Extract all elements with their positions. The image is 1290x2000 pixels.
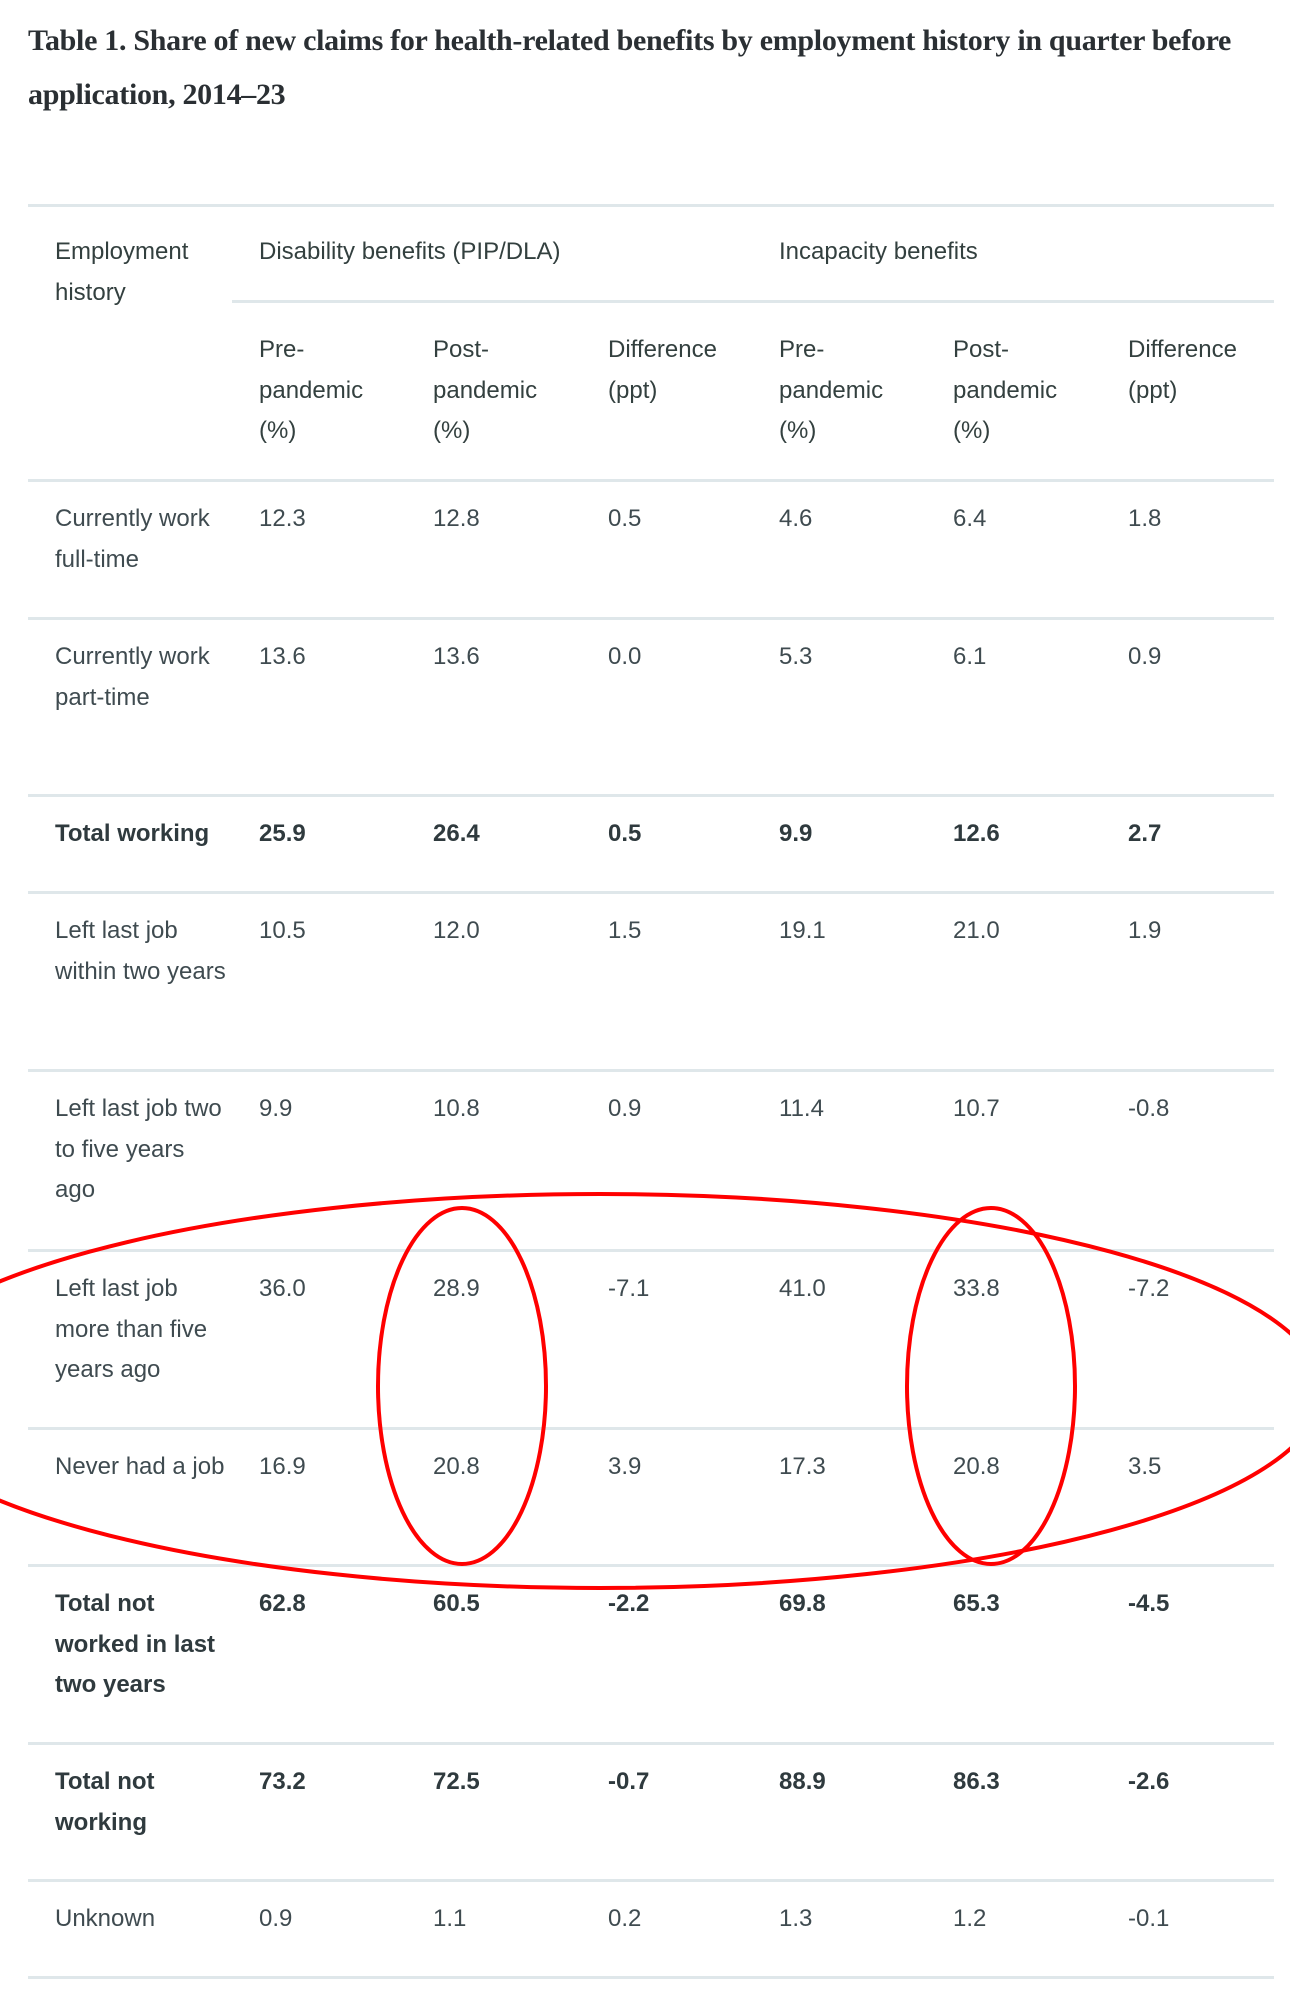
row-label: Currently work full-time [55,505,210,573]
table-cell: 4.6 [779,505,813,532]
table-cell: 17.3 [779,1453,826,1480]
table-cell: 13.6 [433,643,480,670]
row-label: Total not working [55,1768,155,1836]
column-header: Post-pandemic (%) [433,336,538,444]
column-header: Difference (ppt) [1128,336,1237,404]
table-cell: -2.2 [608,1590,650,1617]
table-cell: 20.8 [433,1453,480,1480]
column-header: Pre-pandemic (%) [259,336,364,444]
highlight-incapacity-post-ellipse [905,1206,1077,1566]
table-cell: 25.9 [259,820,306,847]
table-cell: -2.6 [1128,1768,1170,1795]
table-cell: 0.0 [608,643,642,670]
table-cell: -4.5 [1128,1590,1170,1617]
header-group-incapacity: Incapacity benefits [779,238,978,265]
row-divider [28,1564,1274,1567]
row-label: Total working [55,820,210,847]
row-label: Never had a job [55,1453,225,1480]
header-group-rule [232,300,1274,303]
table-cell: 12.6 [953,820,1000,847]
row-divider [28,1249,1274,1252]
table-cell: 3.5 [1128,1453,1162,1480]
table-cell: 6.1 [953,643,987,670]
row-divider [28,479,1274,482]
table-cell: 0.9 [1128,643,1162,670]
table-cell: 1.2 [953,1905,987,1932]
table-cell: 0.9 [608,1095,642,1122]
table-cell: 20.8 [953,1453,1000,1480]
table-cell: 60.5 [433,1590,480,1617]
table-bottom-rule [28,1976,1274,1979]
table-cell: 72.5 [433,1768,480,1795]
table-cell: 88.9 [779,1768,826,1795]
column-header: Post-pandemic (%) [953,336,1058,444]
table-cell: 10.5 [259,917,306,944]
table-cell: 9.9 [259,1095,293,1122]
table-cell: 0.2 [608,1905,642,1932]
table-cell: -0.8 [1128,1095,1170,1122]
table-top-rule [28,204,1274,207]
row-divider [28,1427,1274,1430]
table-cell: 65.3 [953,1590,1000,1617]
table-cell: 5.3 [779,643,813,670]
highlight-disability-post-ellipse [376,1206,548,1566]
table-cell: 2.7 [1128,820,1162,847]
table-cell: 16.9 [259,1453,306,1480]
table-cell: -7.1 [608,1275,650,1302]
table-cell: 1.1 [433,1905,467,1932]
table-cell: 12.8 [433,505,480,532]
table-cell: 0.9 [259,1905,293,1932]
table-cell: 1.3 [779,1905,813,1932]
table-cell: 12.0 [433,917,480,944]
table-cell: 1.9 [1128,917,1162,944]
table-cell: 33.8 [953,1275,1000,1302]
table-cell: 10.7 [953,1095,1000,1122]
table-cell: 9.9 [779,820,813,847]
table-cell: 26.4 [433,820,480,847]
row-label: Currently work part-time [55,643,210,711]
table-cell: 0.5 [608,505,642,532]
table-cell: -0.1 [1128,1905,1170,1932]
table-cell: 36.0 [259,1275,306,1302]
row-divider [28,1879,1274,1882]
column-header: Difference (ppt) [608,336,717,404]
row-label: Left last job two to five years ago [55,1095,222,1203]
table-title: Table 1. Share of new claims for health-… [28,24,1232,111]
table-cell: 62.8 [259,1590,306,1617]
column-header: Pre-pandemic (%) [779,336,884,444]
table-cell: 21.0 [953,917,1000,944]
row-divider [28,1069,1274,1072]
header-group-disability: Disability benefits (PIP/DLA) [259,238,561,265]
row-label: Left last job more than five years ago [55,1275,208,1383]
table-cell: 3.9 [608,1453,642,1480]
header-employment-history: Employment history [55,238,189,306]
table-cell: 28.9 [433,1275,480,1302]
row-divider [28,794,1274,797]
table-cell: -7.2 [1128,1275,1170,1302]
table-cell: 86.3 [953,1768,1000,1795]
table-cell: -0.7 [608,1768,650,1795]
table-cell: 10.8 [433,1095,480,1122]
row-label: Total not worked in last two years [55,1590,216,1698]
table-cell: 12.3 [259,505,306,532]
table-cell: 1.5 [608,917,642,944]
row-label: Unknown [55,1905,156,1932]
table-cell: 69.8 [779,1590,826,1617]
table-cell: 6.4 [953,505,987,532]
table-cell: 11.4 [779,1095,824,1122]
table-cell: 13.6 [259,643,306,670]
table-cell: 0.5 [608,820,642,847]
table-cell: 1.8 [1128,505,1162,532]
table-cell: 19.1 [779,917,826,944]
row-divider [28,1742,1274,1745]
highlight-rows-ellipse [0,1192,1290,1590]
row-divider [28,891,1274,894]
row-divider [28,617,1274,620]
row-label: Left last job within two years [55,917,226,985]
table-cell: 73.2 [259,1768,306,1795]
table-cell: 41.0 [779,1275,826,1302]
